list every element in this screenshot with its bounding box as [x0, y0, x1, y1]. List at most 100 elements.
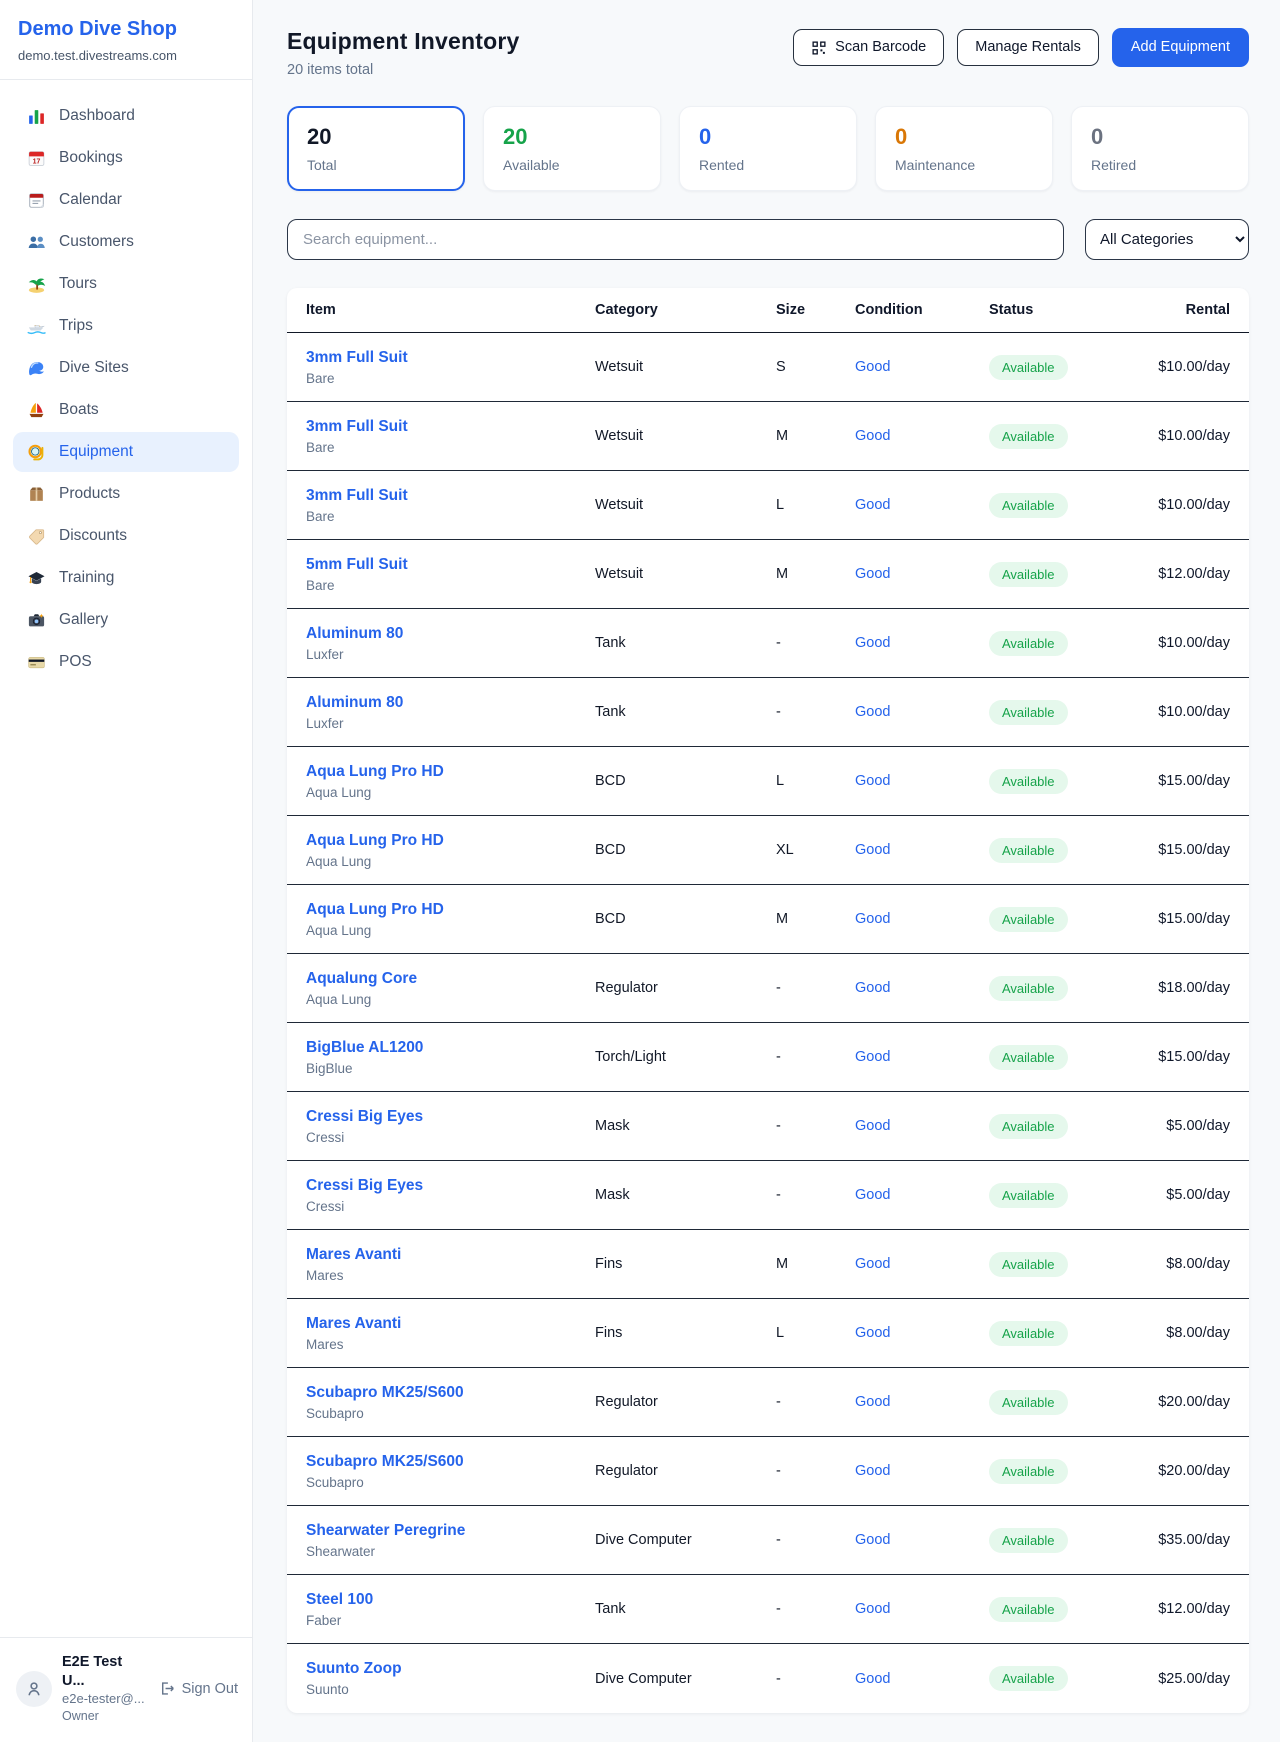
item-name-link[interactable]: Suunto Zoop [306, 1660, 595, 1678]
page-title-block: Equipment Inventory 20 items total [287, 28, 520, 78]
table-row[interactable]: 5mm Full SuitBareWetsuitMGoodAvailable$1… [287, 540, 1249, 609]
scan-barcode-button[interactable]: Scan Barcode [793, 29, 944, 66]
category-cell: Wetsuit [595, 566, 776, 582]
item-name-link[interactable]: 5mm Full Suit [306, 556, 595, 574]
stat-card-rented[interactable]: 0Rented [679, 106, 857, 191]
sidebar-item-dashboard[interactable]: Dashboard [13, 96, 239, 136]
item-name-link[interactable]: Shearwater Peregrine [306, 1522, 595, 1540]
condition-link[interactable]: Good [855, 566, 989, 582]
item-name-link[interactable]: Scubapro MK25/S600 [306, 1453, 595, 1471]
condition-link[interactable]: Good [855, 1463, 989, 1479]
table-row[interactable]: Aqualung CoreAqua LungRegulator-GoodAvai… [287, 954, 1249, 1023]
stat-card-total[interactable]: 20Total [287, 106, 465, 191]
condition-link[interactable]: Good [855, 1671, 989, 1687]
table-row[interactable]: Aqua Lung Pro HDAqua LungBCDMGoodAvailab… [287, 885, 1249, 954]
condition-link[interactable]: Good [855, 1256, 989, 1272]
item-name-link[interactable]: 3mm Full Suit [306, 418, 595, 436]
table-row[interactable]: Steel 100FaberTank-GoodAvailable$12.00/d… [287, 1575, 1249, 1644]
item-name-link[interactable]: Aqua Lung Pro HD [306, 832, 595, 850]
manage-rentals-button[interactable]: Manage Rentals [957, 29, 1099, 66]
condition-link[interactable]: Good [855, 980, 989, 996]
rental-cell: $15.00/day [1102, 1049, 1230, 1065]
condition-link[interactable]: Good [855, 704, 989, 720]
status-badge: Available [989, 1252, 1068, 1277]
item-name-link[interactable]: Aqua Lung Pro HD [306, 763, 595, 781]
size-cell: - [776, 1532, 855, 1548]
condition-link[interactable]: Good [855, 773, 989, 789]
condition-link[interactable]: Good [855, 1049, 989, 1065]
table-row[interactable]: Shearwater PeregrineShearwaterDive Compu… [287, 1506, 1249, 1575]
condition-link[interactable]: Good [855, 1187, 989, 1203]
size-cell: - [776, 1049, 855, 1065]
condition-link[interactable]: Good [855, 359, 989, 375]
item-name-link[interactable]: BigBlue AL1200 [306, 1039, 595, 1057]
item-name-link[interactable]: Aqua Lung Pro HD [306, 901, 595, 919]
table-row[interactable]: Scubapro MK25/S600ScubaproRegulator-Good… [287, 1437, 1249, 1506]
item-name-link[interactable]: Mares Avanti [306, 1315, 595, 1333]
stat-card-retired[interactable]: 0Retired [1071, 106, 1249, 191]
category-select[interactable]: All Categories [1085, 219, 1249, 260]
item-brand: Aqua Lung [306, 923, 595, 938]
condition-link[interactable]: Good [855, 1532, 989, 1548]
sidebar-item-gallery[interactable]: Gallery [13, 600, 239, 640]
item-name-link[interactable]: 3mm Full Suit [306, 487, 595, 505]
table-row[interactable]: Aqua Lung Pro HDAqua LungBCDLGoodAvailab… [287, 747, 1249, 816]
table-row[interactable]: Aluminum 80LuxferTank-GoodAvailable$10.0… [287, 609, 1249, 678]
condition-link[interactable]: Good [855, 842, 989, 858]
sidebar-item-products[interactable]: Products [13, 474, 239, 514]
sidebar-item-customers[interactable]: Customers [13, 222, 239, 262]
add-equipment-button[interactable]: Add Equipment [1112, 28, 1249, 67]
table-row[interactable]: Mares AvantiMaresFinsMGoodAvailable$8.00… [287, 1230, 1249, 1299]
table-row[interactable]: 3mm Full SuitBareWetsuitSGoodAvailable$1… [287, 333, 1249, 402]
size-cell: S [776, 359, 855, 375]
condition-link[interactable]: Good [855, 1394, 989, 1410]
table-row[interactable]: 3mm Full SuitBareWetsuitMGoodAvailable$1… [287, 402, 1249, 471]
stat-card-maintenance[interactable]: 0Maintenance [875, 106, 1053, 191]
stat-value: 20 [503, 124, 641, 150]
table-row[interactable]: BigBlue AL1200BigBlueTorch/Light-GoodAva… [287, 1023, 1249, 1092]
condition-link[interactable]: Good [855, 428, 989, 444]
users-icon [26, 232, 46, 252]
sidebar-item-equipment[interactable]: Equipment [13, 432, 239, 472]
item-name-link[interactable]: Scubapro MK25/S600 [306, 1384, 595, 1402]
table-row[interactable]: Suunto ZoopSuuntoDive Computer-GoodAvail… [287, 1644, 1249, 1713]
sidebar-item-dive-sites[interactable]: Dive Sites [13, 348, 239, 388]
table-row[interactable]: Aqua Lung Pro HDAqua LungBCDXLGoodAvaila… [287, 816, 1249, 885]
category-cell: Tank [595, 635, 776, 651]
condition-link[interactable]: Good [855, 1601, 989, 1617]
condition-link[interactable]: Good [855, 497, 989, 513]
sidebar-item-calendar[interactable]: Calendar [13, 180, 239, 220]
category-cell: BCD [595, 773, 776, 789]
item-name-link[interactable]: Mares Avanti [306, 1246, 595, 1264]
sidebar-item-boats[interactable]: Boats [13, 390, 239, 430]
item-name-link[interactable]: Cressi Big Eyes [306, 1108, 595, 1126]
condition-link[interactable]: Good [855, 635, 989, 651]
table-row[interactable]: Aluminum 80LuxferTank-GoodAvailable$10.0… [287, 678, 1249, 747]
table-row[interactable]: 3mm Full SuitBareWetsuitLGoodAvailable$1… [287, 471, 1249, 540]
item-name-link[interactable]: Cressi Big Eyes [306, 1177, 595, 1195]
item-name-link[interactable]: Aqualung Core [306, 970, 595, 988]
sidebar-item-discounts[interactable]: Discounts [13, 516, 239, 556]
sidebar-item-label: Training [59, 569, 114, 587]
table-row[interactable]: Cressi Big EyesCressiMask-GoodAvailable$… [287, 1092, 1249, 1161]
item-name-link[interactable]: Aluminum 80 [306, 694, 595, 712]
condition-link[interactable]: Good [855, 1325, 989, 1341]
stat-card-available[interactable]: 20Available [483, 106, 661, 191]
table-row[interactable]: Cressi Big EyesCressiMask-GoodAvailable$… [287, 1161, 1249, 1230]
sidebar-item-bookings[interactable]: 17Bookings [13, 138, 239, 178]
table-row[interactable]: Scubapro MK25/S600ScubaproRegulator-Good… [287, 1368, 1249, 1437]
table-row[interactable]: Mares AvantiMaresFinsLGoodAvailable$8.00… [287, 1299, 1249, 1368]
search-input[interactable] [287, 219, 1064, 260]
condition-link[interactable]: Good [855, 1118, 989, 1134]
sidebar-item-training[interactable]: Training [13, 558, 239, 598]
sign-out-button[interactable]: Sign Out [158, 1680, 238, 1697]
item-brand: Scubapro [306, 1475, 595, 1490]
sidebar-item-pos[interactable]: POS [13, 642, 239, 682]
sidebar-item-tours[interactable]: Tours [13, 264, 239, 304]
sidebar-item-trips[interactable]: Trips [13, 306, 239, 346]
sign-out-label: Sign Out [182, 1681, 238, 1697]
item-name-link[interactable]: 3mm Full Suit [306, 349, 595, 367]
condition-link[interactable]: Good [855, 911, 989, 927]
item-name-link[interactable]: Aluminum 80 [306, 625, 595, 643]
item-name-link[interactable]: Steel 100 [306, 1591, 595, 1609]
